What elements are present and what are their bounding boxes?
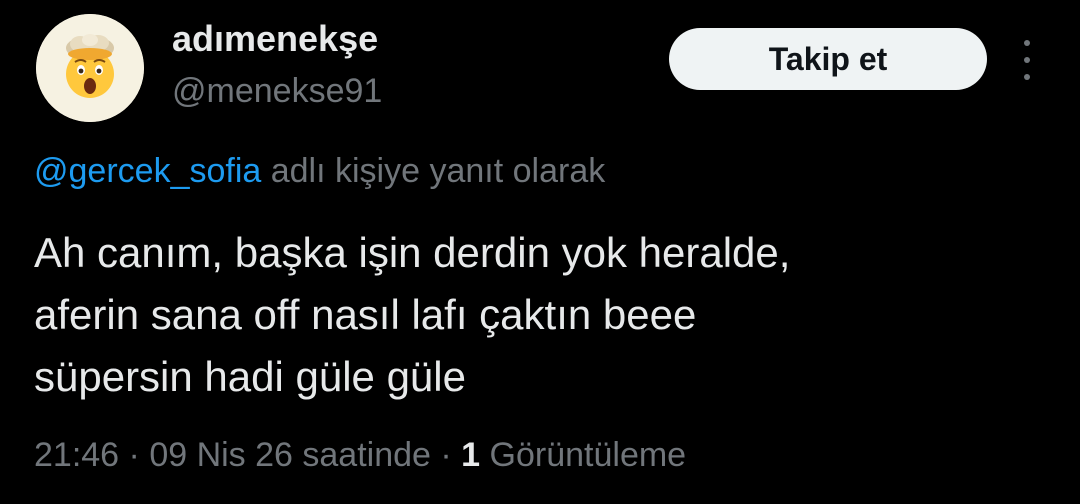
tweet-text-line: aferin sana off nasıl lafı çaktın beee	[34, 291, 697, 338]
tweet-text-line: süpersin hadi güle güle	[34, 353, 466, 400]
tweet-text-line: Ah canım, başka işin derdin yok heralde,	[34, 229, 791, 276]
follow-button[interactable]: Takip et	[669, 28, 987, 90]
more-dot	[1024, 57, 1030, 63]
tweet: adımenekşe @menekse91 Takip et @gercek_s…	[0, 0, 1080, 504]
tweet-meta: 21:46 · 09 Nis 26 saatinde · 1 Görüntüle…	[34, 436, 686, 475]
author-handle[interactable]: @menekse91	[172, 72, 382, 111]
avatar[interactable]	[36, 14, 144, 122]
reply-mention-link[interactable]: @gercek_sofia	[34, 152, 261, 190]
reply-context-text: adlı kişiye yanıt olarak	[261, 152, 606, 190]
more-dot	[1024, 74, 1030, 80]
tweet-time[interactable]: 21:46	[34, 436, 119, 474]
shocked-face-emoji-icon	[36, 14, 144, 122]
more-dot	[1024, 40, 1030, 46]
views-count: 1	[461, 436, 481, 474]
meta-separator: ·	[119, 436, 150, 474]
reply-context: @gercek_sofia adlı kişiye yanıt olarak	[34, 152, 605, 191]
tweet-text: Ah canım, başka işin derdin yok heralde,…	[34, 222, 1044, 408]
more-vertical-icon[interactable]	[1015, 40, 1039, 80]
views-label: Görüntüleme	[480, 436, 687, 474]
author-display-name[interactable]: adımenekşe	[172, 18, 378, 60]
meta-separator: ·	[430, 436, 462, 474]
tweet-date[interactable]: 09 Nis 26 saatinde	[149, 436, 431, 474]
